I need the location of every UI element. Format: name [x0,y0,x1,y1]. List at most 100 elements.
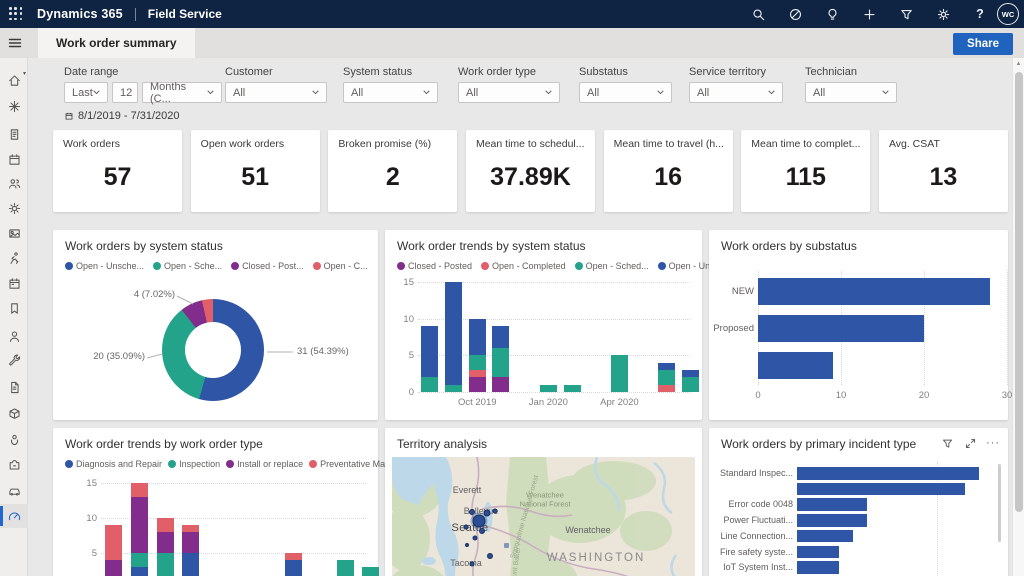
column-slot-0[interactable] [105,525,123,576]
column-Sep 2019[interactable] [445,282,463,392]
bar-unlabeled[interactable] [758,352,833,379]
legend-item-closed-posted[interactable]: Closed - Posted [397,261,472,271]
filter-dropdown-substatus[interactable]: All [579,82,672,103]
column-Jun 2020[interactable] [658,362,676,392]
sidebar-item-dashboard[interactable] [0,504,28,528]
expand-icon[interactable] [963,436,977,450]
filter-icon[interactable] [898,6,914,22]
sidebar-item-bookmark[interactable] [0,296,28,320]
filter-dropdown-system-status[interactable]: All [343,82,438,103]
filter-dropdown-customer[interactable]: All [225,82,327,103]
segment-preventative-mai[interactable] [182,525,200,532]
legend-item-preventative-mai[interactable]: Preventative Mai... [309,459,395,469]
column-slot-2[interactable] [156,518,174,576]
sidebar-item-car[interactable] [0,478,28,502]
column-Apr 2020[interactable] [610,355,628,392]
column-slot-7[interactable] [285,553,303,576]
segment-open-completed[interactable] [468,370,486,378]
app-name[interactable]: Field Service [148,7,222,21]
sidebar-item-home[interactable]: ▾ [0,68,28,92]
segment-preventative-mai[interactable] [105,525,123,560]
map-data-point[interactable] [487,553,493,559]
segment-inspection[interactable] [362,567,380,576]
date-range-amount-input[interactable]: 12 [112,82,138,103]
sidebar-item-people[interactable] [0,171,28,195]
segment-open-sched[interactable] [610,355,628,392]
segment-open-unsc[interactable] [445,282,463,385]
column-slot-10[interactable] [362,567,380,576]
legend-item-inspection[interactable]: Inspection [168,459,220,469]
sidebar-item-image[interactable] [0,221,28,245]
segment-inspection[interactable] [156,553,174,576]
map-data-point[interactable] [469,509,475,515]
legend-item-open-completed[interactable]: Open - Completed [481,261,566,271]
column-Aug 2019[interactable] [421,326,439,392]
segment-open-unsc[interactable] [682,370,700,378]
bar-error-code-0048[interactable] [797,498,867,511]
segment-install-or-replace[interactable] [131,497,149,553]
sidebar-item-cog[interactable] [0,196,28,220]
add-icon[interactable] [861,6,877,22]
bar-new[interactable] [758,278,991,305]
legend-item-open-sched[interactable]: Open - Sched... [574,261,649,271]
hamburger-menu-icon[interactable] [7,35,23,51]
sidebar-item-clipboard[interactable] [0,122,28,146]
column-slot-1[interactable] [131,483,149,576]
visual-scrollbar[interactable] [998,464,1001,542]
segment-open-sched[interactable] [682,377,700,392]
sidebar-item-calendar[interactable] [0,147,28,171]
legend-item-open-unsche[interactable]: Open - Unsche... [65,261,144,271]
filter-dropdown-work-order-type[interactable]: All [458,82,560,103]
sidebar-item-puzzle[interactable] [0,452,28,476]
column-Feb 2020[interactable] [563,384,581,392]
date-range-preset-dropdown[interactable]: Last [64,82,108,103]
segment-diagnosis-and-repair[interactable] [182,553,200,576]
territory-map[interactable]: EverettBellevueSeattleTacomaOlympiaWenat… [392,457,695,576]
segment-install-or-replace[interactable] [105,560,123,576]
column-slot-9[interactable] [336,560,354,576]
date-range-granularity-dropdown[interactable]: Months (C... [142,81,222,105]
app-launcher-waffle-icon[interactable] [9,7,23,21]
segment-closed-posted[interactable] [468,377,486,392]
segment-open-sched[interactable] [492,348,510,378]
segment-open-sched[interactable] [539,384,557,392]
column-slot-3[interactable] [182,525,200,576]
legend-item-open-sche[interactable]: Open - Sche... [153,261,222,271]
segment-open-sched[interactable] [468,355,486,371]
dynamics-365-brand[interactable]: Dynamics 365 [37,7,123,21]
map-data-point[interactable] [465,543,469,547]
segment-open-sched[interactable] [563,384,581,392]
lightbulb-icon[interactable] [824,6,840,22]
bar-power-fluctuati[interactable] [797,514,867,527]
more-icon[interactable]: ··· [986,436,1000,450]
segment-diagnosis-and-repair[interactable] [285,560,303,576]
sidebar-item-person-pin[interactable] [0,427,28,451]
sidebar-item-person[interactable] [0,324,28,348]
filter-icon[interactable] [940,436,954,450]
map-data-point[interactable] [472,535,478,541]
bar-unlabeled[interactable] [797,482,965,496]
legend-item-install-or-replace[interactable]: Install or replace [226,459,303,469]
settings-icon[interactable] [935,6,951,22]
sidebar-item-wrench[interactable] [0,349,28,373]
segment-preventative-mai[interactable] [285,553,303,560]
legend-item-closed-post[interactable]: Closed - Post... [231,261,304,271]
column-Jul 2020[interactable] [682,370,700,392]
help-icon[interactable]: ? [972,6,988,22]
segment-install-or-replace[interactable] [156,532,174,553]
sidebar-item-package[interactable] [0,401,28,425]
legend-item-open-c[interactable]: Open - C... [312,261,368,271]
segment-open-sched[interactable] [445,384,463,392]
column-Nov 2019[interactable] [492,326,510,392]
map-data-point[interactable] [469,561,475,567]
user-avatar[interactable]: WC [997,3,1019,25]
share-button[interactable]: Share [953,33,1013,55]
sidebar-item-pinwheel[interactable] [0,94,28,118]
scrollbar-thumb[interactable] [1015,72,1023,512]
sidebar-item-run[interactable] [0,246,28,270]
legend-item-diagnosis-and-repair[interactable]: Diagnosis and Repair [65,459,162,469]
segment-open-unsc[interactable] [492,326,510,349]
circle-slash-icon[interactable] [787,6,803,22]
bar-line-connection[interactable] [797,529,853,543]
segment-open-unsc[interactable] [468,318,486,356]
